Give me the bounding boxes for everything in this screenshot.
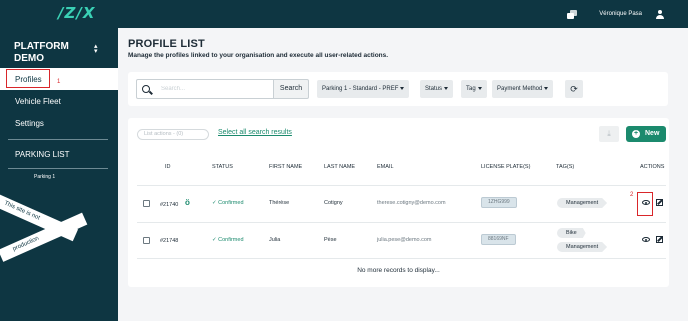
edit-icon[interactable] <box>656 199 663 206</box>
parking-filter-dropdown[interactable]: Parking 1 - Standard - PREF <box>317 80 410 98</box>
platform-name[interactable]: PLATFORM DEMO <box>14 41 69 65</box>
row-id[interactable]: #21748 <box>160 238 178 244</box>
sidebar-divider <box>8 168 108 169</box>
sidebar-item-settings[interactable]: Settings <box>15 119 44 128</box>
sidebar-item-vehicle-fleet[interactable]: Vehicle Fleet <box>15 97 61 106</box>
platform-name-line2: DEMO <box>14 53 44 64</box>
column-header-id: ID <box>165 164 171 170</box>
page-subtitle: Manage the profiles linked to your organ… <box>128 52 389 59</box>
row-divider <box>137 258 666 259</box>
tag-filter-dropdown[interactable]: Tag <box>461 80 487 98</box>
row-last-name: Cotigny <box>324 200 343 206</box>
status-filter-label: Status <box>425 86 443 92</box>
status-filter-dropdown[interactable]: Status <box>420 80 454 98</box>
caret-down-icon <box>444 86 449 90</box>
row-first-name: Thérèse <box>269 200 290 206</box>
select-all-link[interactable]: Select all search results <box>218 129 292 136</box>
row-email: julia.pese@demo.com <box>377 237 432 243</box>
sidebar-parking-item[interactable]: Parking 1 <box>34 174 55 180</box>
list-actions-dropdown[interactable]: List actions - (0) <box>137 129 209 140</box>
plus-icon: + <box>632 130 640 138</box>
tag-badge: Bike <box>557 228 586 238</box>
annotation-number-2: 2 <box>630 192 634 198</box>
search-button[interactable]: Search <box>273 79 309 99</box>
column-header-last-name: LAST NAME <box>324 164 356 170</box>
caret-down-icon <box>400 86 405 90</box>
top-bar: /Z/X Véronique Pasa <box>0 0 688 28</box>
platform-name-line1: PLATFORM <box>14 41 69 52</box>
search-input[interactable] <box>155 79 274 99</box>
no-more-records-text: No more records to display... <box>357 267 440 274</box>
edit-icon[interactable] <box>656 236 663 243</box>
column-header-email: EMAIL <box>377 164 394 170</box>
parking-filter-label: Parking 1 - Standard - PREF <box>322 86 399 92</box>
username[interactable]: Véronique Pasa <box>599 11 642 17</box>
search-icon[interactable] <box>136 79 156 99</box>
license-plate-badge: 88169NF <box>481 234 516 245</box>
column-header-first-name: FIRST NAME <box>269 164 303 170</box>
sidebar-divider <box>8 139 108 140</box>
chevron-updown-icon[interactable]: ▴ ▾ <box>94 43 98 55</box>
new-button-label: New <box>645 130 660 137</box>
app-logo[interactable]: /Z/X <box>58 4 95 22</box>
search-filter-bar: Search Parking 1 - Standard - PREF Statu… <box>128 72 668 106</box>
row-email: therese.cotigny@demo.com <box>377 200 446 206</box>
ribbon-logo-icon: ✕ <box>36 233 42 240</box>
row-divider <box>137 185 666 186</box>
profiles-table-card: List actions - (0) Select all search res… <box>128 118 669 287</box>
row-id[interactable]: #21740 <box>160 202 178 208</box>
sidebar: PLATFORM DEMO ▴ ▾ Profiles 1 Vehicle Flee… <box>0 28 118 321</box>
column-header-tags: TAG(S) <box>556 164 575 170</box>
eye-icon[interactable] <box>642 237 650 242</box>
caret-down-icon <box>477 86 482 90</box>
row-last-name: Pèse <box>324 237 337 243</box>
caret-down-icon <box>544 86 549 90</box>
new-profile-button[interactable]: + New <box>626 126 666 142</box>
column-header-status: STATUS <box>212 164 233 170</box>
status-badge: ✓ Confirmed <box>212 200 244 206</box>
refresh-icon[interactable]: ⟳ <box>565 80 583 98</box>
download-icon[interactable]: ⤓ <box>599 126 619 142</box>
status-label: Confirmed <box>218 237 244 243</box>
user-icon[interactable] <box>656 9 664 19</box>
column-header-license-plates: LICENSE PLATE(S) <box>481 164 531 170</box>
highlight-box-view <box>637 192 653 216</box>
tag-badge: Management <box>557 198 608 208</box>
license-plate-badge: 1ZHG999 <box>481 197 517 208</box>
medal-icon: ö <box>185 198 190 207</box>
row-first-name: Julia <box>269 237 281 243</box>
row-checkbox[interactable] <box>143 237 150 244</box>
row-checkbox[interactable] <box>143 200 150 207</box>
status-label: Confirmed <box>218 200 244 206</box>
column-header-actions: ACTIONS <box>640 164 665 170</box>
annotation-number-1: 1 <box>57 79 61 85</box>
parking-list-heading: PARKING LIST <box>15 150 70 159</box>
tag-filter-label: Tag <box>466 86 476 92</box>
payment-method-filter-dropdown[interactable]: Payment Method <box>492 80 554 98</box>
status-badge: ✓ Confirmed <box>212 237 244 243</box>
payment-method-filter-label: Payment Method <box>497 86 543 92</box>
tag-badge: Management <box>557 242 608 252</box>
row-divider <box>137 222 666 223</box>
highlight-box-profiles <box>6 69 50 88</box>
page-title: PROFILE LIST <box>128 38 205 50</box>
copy-icon[interactable] <box>567 9 578 19</box>
